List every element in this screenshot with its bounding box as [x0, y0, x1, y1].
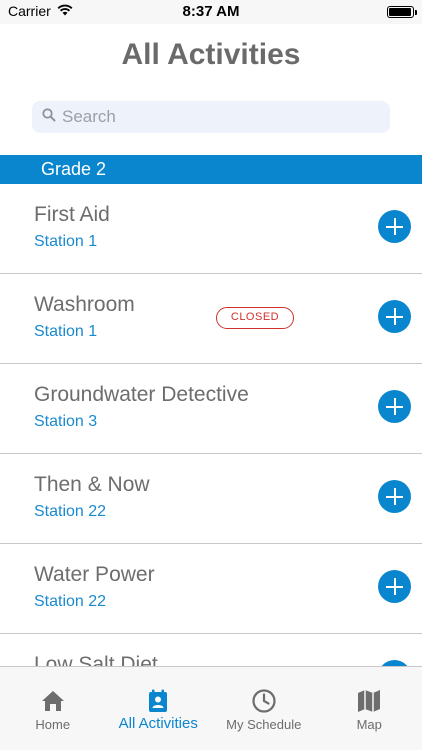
tab-bar: Home All Activities My Schedule Map	[0, 666, 422, 750]
status-bar: Carrier 8:37 AM	[0, 0, 422, 24]
add-activity-button[interactable]	[378, 390, 411, 423]
activity-row-then-and-now[interactable]: Then & Now Station 22	[0, 454, 422, 544]
add-activity-button[interactable]	[378, 300, 411, 333]
activity-title: Water Power	[34, 563, 155, 586]
activity-row-low-salt-diet[interactable]: Low Salt Diet	[0, 634, 422, 666]
tab-all-activities[interactable]: All Activities	[106, 667, 212, 750]
section-header: Grade 2	[0, 155, 422, 184]
add-activity-button[interactable]	[378, 570, 411, 603]
activity-row-first-aid[interactable]: First Aid Station 1	[0, 184, 422, 274]
activity-station: Station 1	[34, 323, 98, 340]
activity-station: Station 3	[34, 413, 98, 430]
activities-list[interactable]: First Aid Station 1 Washroom Station 1 C…	[0, 184, 422, 666]
clock-icon	[250, 687, 278, 715]
activity-title: First Aid	[34, 203, 110, 226]
tab-label: All Activities	[118, 715, 198, 732]
activity-title: Low Salt Diet	[34, 653, 158, 666]
search-input[interactable]	[62, 107, 362, 127]
search-icon	[42, 107, 56, 127]
activity-row-groundwater-detective[interactable]: Groundwater Detective Station 3	[0, 364, 422, 454]
map-icon	[355, 687, 383, 715]
page-title: All Activities	[121, 38, 301, 71]
activity-station: Station 22	[34, 593, 107, 610]
tab-home[interactable]: Home	[0, 667, 106, 750]
activity-row-water-power[interactable]: Water Power Station 22	[0, 544, 422, 634]
calendar-person-icon	[144, 687, 172, 715]
activity-title: Washroom	[34, 293, 135, 316]
add-activity-button[interactable]	[378, 480, 411, 513]
status-time: 8:37 AM	[182, 3, 240, 20]
tab-label: My Schedule	[226, 717, 302, 732]
add-activity-button[interactable]	[378, 210, 411, 243]
tab-map[interactable]: Map	[317, 667, 422, 750]
tab-my-schedule[interactable]: My Schedule	[211, 667, 317, 750]
tab-label: Home	[35, 717, 71, 732]
closed-badge: CLOSED	[216, 307, 294, 329]
search-bar[interactable]	[32, 101, 390, 133]
activity-title: Then & Now	[34, 473, 150, 496]
activity-row-washroom[interactable]: Washroom Station 1 CLOSED	[0, 274, 422, 364]
activity-title: Groundwater Detective	[34, 383, 249, 406]
home-icon	[39, 687, 67, 715]
activity-station: Station 1	[34, 233, 98, 250]
activity-station: Station 22	[34, 503, 107, 520]
battery-icon	[387, 6, 417, 18]
tab-label: Map	[356, 717, 382, 732]
